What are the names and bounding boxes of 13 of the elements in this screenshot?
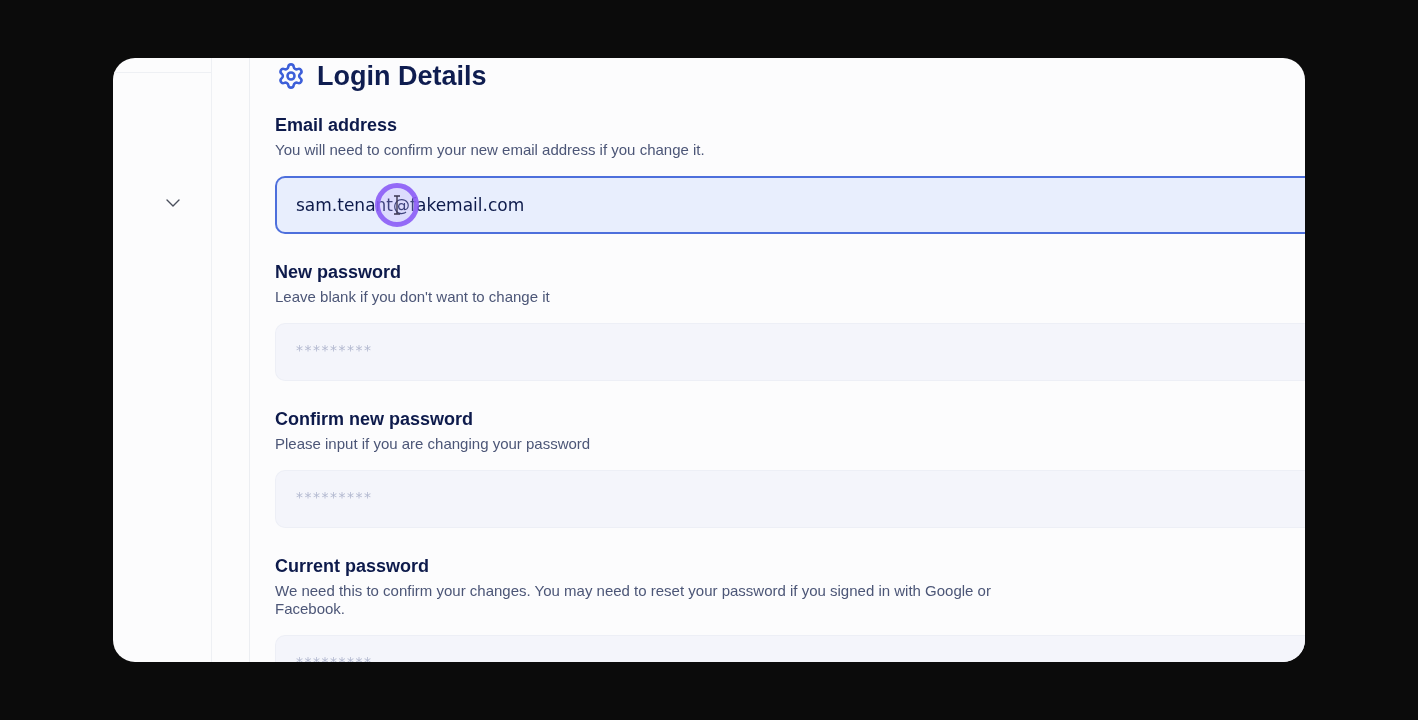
field-label: New password (275, 261, 402, 283)
field-label: Current password (275, 555, 430, 577)
section-title: Login Details (317, 61, 487, 91)
password-field[interactable]: ********* (275, 323, 1305, 381)
password-field[interactable]: ********* (275, 470, 1305, 528)
gear-icon (277, 62, 305, 90)
field-description: We need this to confirm your changes. You may need to reset your password if you signed in with Google or Facebook. (275, 582, 992, 618)
field-label: Confirm new password (275, 408, 474, 430)
field-description: You will need to confirm your new email address if you change it. (275, 141, 706, 159)
field-label: Email address (275, 114, 398, 136)
chevron-down-icon[interactable] (166, 199, 180, 207)
field-description: Leave blank if you don't want to change it (275, 288, 551, 306)
field-description: Please input if you are changing your password (275, 435, 592, 453)
